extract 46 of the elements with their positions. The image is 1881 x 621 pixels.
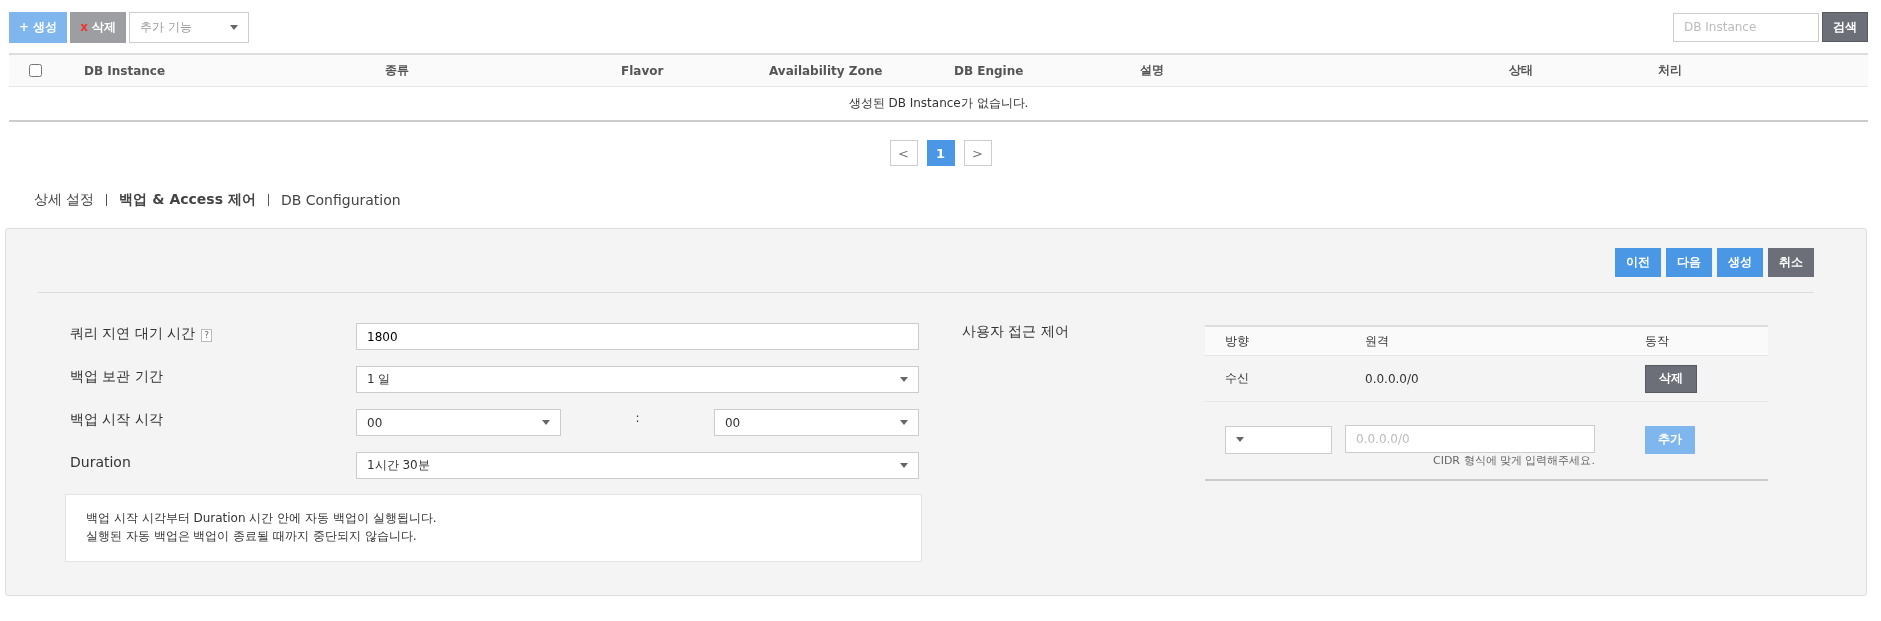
- column-header: 설명: [1140, 63, 1164, 77]
- column-header: 원격: [1365, 333, 1389, 348]
- search-button[interactable]: 검색: [1822, 12, 1868, 42]
- table-cell: 0.0.0.0/0: [1365, 371, 1419, 386]
- hint-text: CIDR 형식에 맞게 입력해주세요.: [1432, 453, 1595, 468]
- tab[interactable]: DB Configuration: [280, 192, 401, 208]
- page-button[interactable]: 1: [926, 140, 955, 166]
- select-all-checkbox[interactable]: [29, 64, 42, 77]
- remote-input-field[interactable]: 0.0.0.0/0: [1345, 425, 1595, 453]
- action-button[interactable]: 생성: [1717, 248, 1763, 277]
- select-field[interactable]: 00: [714, 409, 919, 436]
- notice-text: 실행된 자동 백업은 백업이 종료될 때까지 중단되지 않습니다.: [86, 528, 418, 545]
- next-page-button[interactable]: >: [963, 140, 992, 166]
- section-label: 사용자 접근 제어: [962, 323, 1069, 339]
- previous-page-button[interactable]: <: [889, 140, 918, 166]
- field-label: Duration: [70, 454, 131, 472]
- column-header: 처리: [1658, 63, 1682, 77]
- field-label: 쿼리 지연 대기 시간: [70, 325, 196, 343]
- column-header: Availability Zone: [769, 63, 883, 78]
- select-field[interactable]: 1시간 30분: [356, 452, 919, 479]
- column-header: 방향: [1225, 333, 1249, 348]
- tab[interactable]: 백업 & Access 제어: [119, 191, 256, 209]
- delete-button[interactable]: x 삭제: [70, 11, 127, 43]
- column-header: 종류: [385, 63, 409, 77]
- time-separator: :: [635, 410, 640, 427]
- action-button[interactable]: 다음: [1666, 248, 1712, 277]
- column-header: Flavor: [621, 63, 664, 78]
- select-field[interactable]: 00: [356, 409, 561, 436]
- delete-rule-button[interactable]: 삭제: [1645, 364, 1697, 393]
- select-field[interactable]: 1 일: [356, 366, 919, 393]
- action-button[interactable]: 이전: [1615, 248, 1661, 277]
- action-button[interactable]: 취소: [1768, 248, 1814, 277]
- column-header: 상태: [1509, 63, 1533, 77]
- notice-text: 백업 시작 시각부터 Duration 시간 안에 자동 백업이 실행됩니다.: [86, 510, 438, 527]
- search-field[interactable]: DB Instance: [1673, 12, 1819, 42]
- help-icon[interactable]: ?: [201, 329, 213, 342]
- column-header: DB Instance: [84, 63, 166, 78]
- input-field[interactable]: 1800: [356, 323, 919, 350]
- tab[interactable]: 상세 설정: [34, 191, 95, 209]
- field-label: 백업 시작 시각: [70, 411, 163, 429]
- more-dropdown[interactable]: 추가 기능: [129, 11, 250, 43]
- field-label: 백업 보관 기간: [70, 368, 163, 386]
- column-header: 동작: [1645, 333, 1669, 348]
- table-cell: 수신: [1225, 371, 1249, 385]
- column-header: DB Engine: [954, 63, 1024, 78]
- empty-message: 생성된 DB Instance가 없습니다.: [848, 96, 1029, 110]
